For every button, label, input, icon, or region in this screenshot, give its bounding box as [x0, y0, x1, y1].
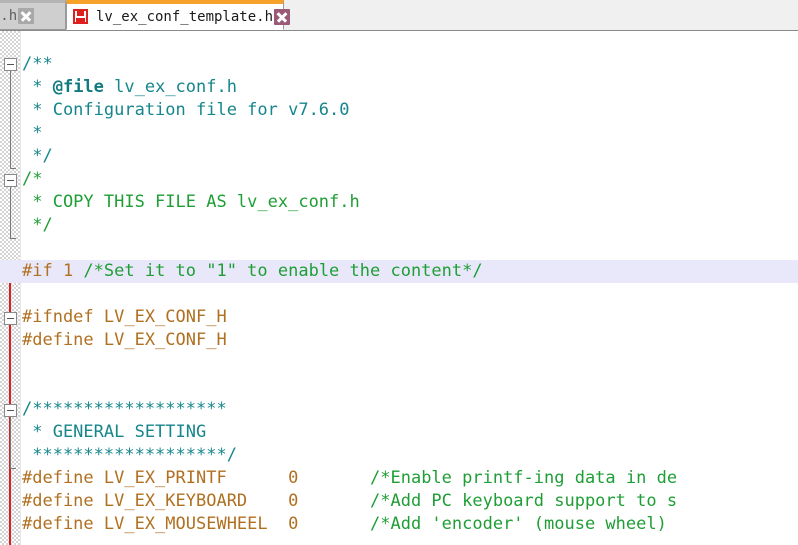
code-line[interactable]: /**: [0, 53, 798, 76]
save-floppy-icon: [73, 9, 88, 24]
code-line[interactable]: [0, 283, 798, 306]
tab-active[interactable]: lv_ex_conf_template.h: [66, 0, 291, 30]
code-token: */: [22, 146, 53, 166]
code-line[interactable]: * Configuration file for v7.6.0: [0, 99, 798, 122]
editor-tab-bar: onf.h lv_ex_conf_template.h: [0, 0, 798, 31]
code-line-text: /**: [22, 53, 53, 76]
code-line[interactable]: * GENERAL SETTING: [0, 421, 798, 444]
code-token: /*Enable printf-ing data in de: [370, 468, 678, 488]
code-line[interactable]: *: [0, 122, 798, 145]
code-line[interactable]: #define LV_EX_KEYBOARD 0 /*Add PC keyboa…: [0, 490, 798, 513]
tab-inactive-close-icon[interactable]: [18, 8, 35, 24]
code-token: *******************/: [22, 445, 237, 465]
code-token: */: [22, 215, 53, 235]
code-line-text: /*******************: [22, 398, 227, 421]
code-line[interactable]: */: [0, 145, 798, 168]
code-token: #define LV_EX_KEYBOARD: [22, 491, 278, 511]
code-line-text: *******************/: [22, 444, 237, 467]
code-text-area[interactable]: /** * @file lv_ex_conf.h * Configuration…: [0, 31, 798, 545]
code-line[interactable]: #ifndef LV_EX_CONF_H: [0, 306, 798, 329]
code-token: /*Add 'encoder' (mouse wheel): [370, 514, 667, 534]
code-line[interactable]: [0, 375, 798, 398]
code-line[interactable]: */: [0, 214, 798, 237]
code-line-text: #define LV_EX_PRINTF 0 /*Enable printf-i…: [22, 467, 677, 490]
code-line[interactable]: #define LV_EX_MOUSEWHEEL 0 /*Add 'encode…: [0, 513, 798, 536]
code-token: lv_ex_conf.h: [103, 77, 237, 97]
code-line-text: #if 1 /*Set it to "1" to enable the cont…: [22, 260, 483, 283]
code-line[interactable]: #define LV_EX_CONF_H: [0, 329, 798, 352]
code-line-text: /*: [22, 168, 42, 191]
tab-inactive-label: onf.h: [0, 8, 18, 24]
code-line-text: */: [22, 145, 53, 168]
code-token: 0: [277, 514, 299, 534]
code-token: 0: [277, 468, 299, 488]
code-line-text: *: [22, 122, 42, 145]
code-line-text: */: [22, 214, 53, 237]
tab-inactive[interactable]: onf.h: [0, 0, 66, 30]
code-line-text: * Configuration file for v7.6.0: [22, 99, 350, 122]
code-line[interactable]: #define LV_EX_PRINTF 0 /*Enable printf-i…: [0, 467, 798, 490]
code-token: #define LV_EX_MOUSEWHEEL: [22, 514, 278, 534]
code-line-text: #define LV_EX_CONF_H: [22, 329, 227, 352]
code-line-text: * COPY THIS FILE AS lv_ex_conf.h: [22, 191, 360, 214]
code-line-text: * GENERAL SETTING: [22, 421, 206, 444]
code-token: * COPY THIS FILE AS lv_ex_conf.h: [22, 192, 360, 212]
code-token: * GENERAL SETTING: [22, 422, 207, 442]
code-token: * Configuration file for v7.6.0: [22, 100, 350, 120]
tab-active-close-icon[interactable]: [274, 8, 291, 25]
code-line[interactable]: * COPY THIS FILE AS lv_ex_conf.h: [0, 191, 798, 214]
code-line[interactable]: #if 1 /*Set it to "1" to enable the cont…: [0, 260, 798, 283]
code-line-text: #define LV_EX_MOUSEWHEEL 0 /*Add 'encode…: [22, 513, 667, 536]
tab-active-label: lv_ex_conf_template.h: [96, 8, 274, 25]
code-editor-pane[interactable]: /** * @file lv_ex_conf.h * Configuration…: [0, 31, 798, 545]
code-line[interactable]: /*******************: [0, 398, 798, 421]
code-token: #define LV_EX_PRINTF: [22, 468, 278, 488]
code-token: #ifndef LV_EX_CONF_H: [22, 307, 227, 327]
code-line[interactable]: [0, 352, 798, 375]
code-line[interactable]: * @file lv_ex_conf.h: [0, 76, 798, 99]
code-line[interactable]: *******************/: [0, 444, 798, 467]
code-line[interactable]: [0, 536, 798, 545]
code-line[interactable]: [0, 237, 798, 260]
code-line-text: #define LV_EX_KEYBOARD 0 /*Add PC keyboa…: [22, 490, 677, 513]
code-token: /*******************: [22, 399, 227, 419]
code-token: /*Add PC keyboard support to s: [370, 491, 678, 511]
code-token: /*: [22, 169, 43, 189]
code-line[interactable]: /*: [0, 168, 798, 191]
code-token: @file: [52, 77, 104, 97]
code-line-text: #ifndef LV_EX_CONF_H: [22, 306, 227, 329]
code-token: *: [22, 77, 53, 97]
code-token: /**: [22, 54, 53, 74]
code-line-text: * @file lv_ex_conf.h: [22, 76, 237, 99]
code-token: #if 1: [22, 261, 84, 281]
code-token: 0: [277, 491, 299, 511]
code-token: *: [22, 123, 43, 143]
code-token: #define LV_EX_CONF_H: [22, 330, 227, 350]
code-token: /*Set it to "1" to enable the content*/: [83, 261, 483, 281]
